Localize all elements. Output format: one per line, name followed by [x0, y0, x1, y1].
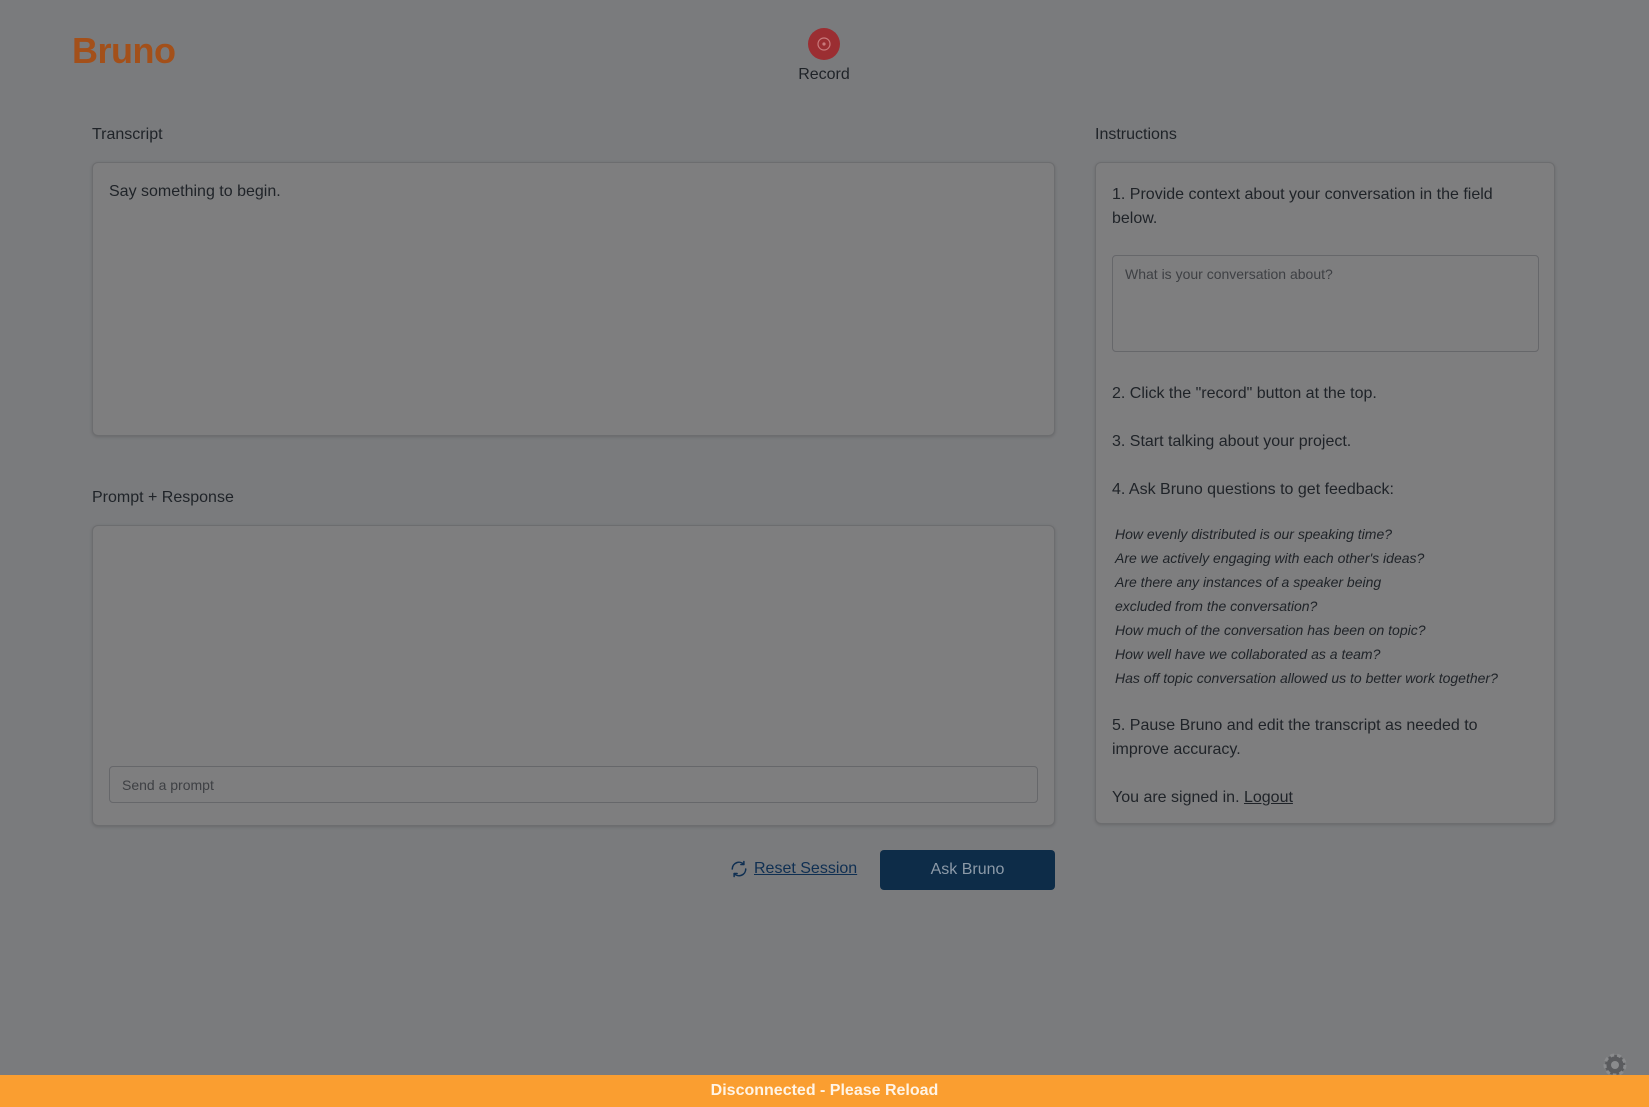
example-questions: How evenly distributed is our speaking t…	[1112, 522, 1538, 690]
record-label: Record	[798, 66, 850, 83]
reset-session-button[interactable]: Reset Session	[730, 860, 857, 878]
example-question: How well have we collaborated as a team?	[1115, 646, 1381, 662]
connection-status-banner: Disconnected - Please Reload	[0, 1075, 1649, 1107]
instruction-step-4: 4. Ask Bruno questions to get feedback:	[1112, 481, 1394, 498]
instructions-panel: 1. Provide context about your conversati…	[1095, 162, 1555, 824]
context-input[interactable]: What is your conversation about?	[1112, 255, 1539, 352]
example-question: excluded from the conversation?	[1115, 598, 1318, 614]
refresh-icon	[731, 860, 747, 878]
transcript-text: Say something to begin.	[109, 183, 281, 200]
example-question: How evenly distributed is our speaking t…	[1115, 526, 1393, 542]
reset-session-label: Reset Session	[754, 860, 858, 877]
instruction-step-2: 2. Click the "record" button at the top.	[1112, 385, 1377, 402]
transcript-panel[interactable]: Say something to begin.	[92, 162, 1055, 436]
app-logo: Bruno	[72, 30, 176, 71]
prompt-response-panel: Send a prompt	[92, 525, 1055, 826]
example-question: How much of the conversation has been on…	[1115, 622, 1426, 638]
instruction-step-5: 5. Pause Bruno and edit the transcript a…	[1112, 717, 1478, 758]
example-question: Has off topic conversation allowed us to…	[1115, 670, 1498, 686]
instruction-step-1: 1. Provide context about your conversati…	[1112, 186, 1493, 227]
signed-in-text: You are signed in.	[1112, 789, 1240, 806]
connection-status-text: Disconnected - Please Reload	[710, 1082, 939, 1099]
instructions-heading: Instructions	[1095, 126, 1177, 143]
ask-bruno-button[interactable]: Ask Bruno	[880, 850, 1055, 890]
prompt-response-heading: Prompt + Response	[92, 489, 234, 506]
example-question: Are there any instances of a speaker bei…	[1115, 574, 1382, 590]
record-button[interactable]: Record	[784, 28, 864, 84]
transcript-heading: Transcript	[92, 126, 163, 143]
prompt-input[interactable]: Send a prompt	[109, 766, 1038, 803]
signed-in-status: You are signed in. Logout	[1112, 786, 1538, 810]
instruction-step-3: 3. Start talking about your project.	[1112, 433, 1352, 450]
logout-link[interactable]: Logout	[1244, 789, 1293, 806]
example-question: Are we actively engaging with each other…	[1115, 550, 1425, 566]
record-icon	[808, 28, 840, 60]
